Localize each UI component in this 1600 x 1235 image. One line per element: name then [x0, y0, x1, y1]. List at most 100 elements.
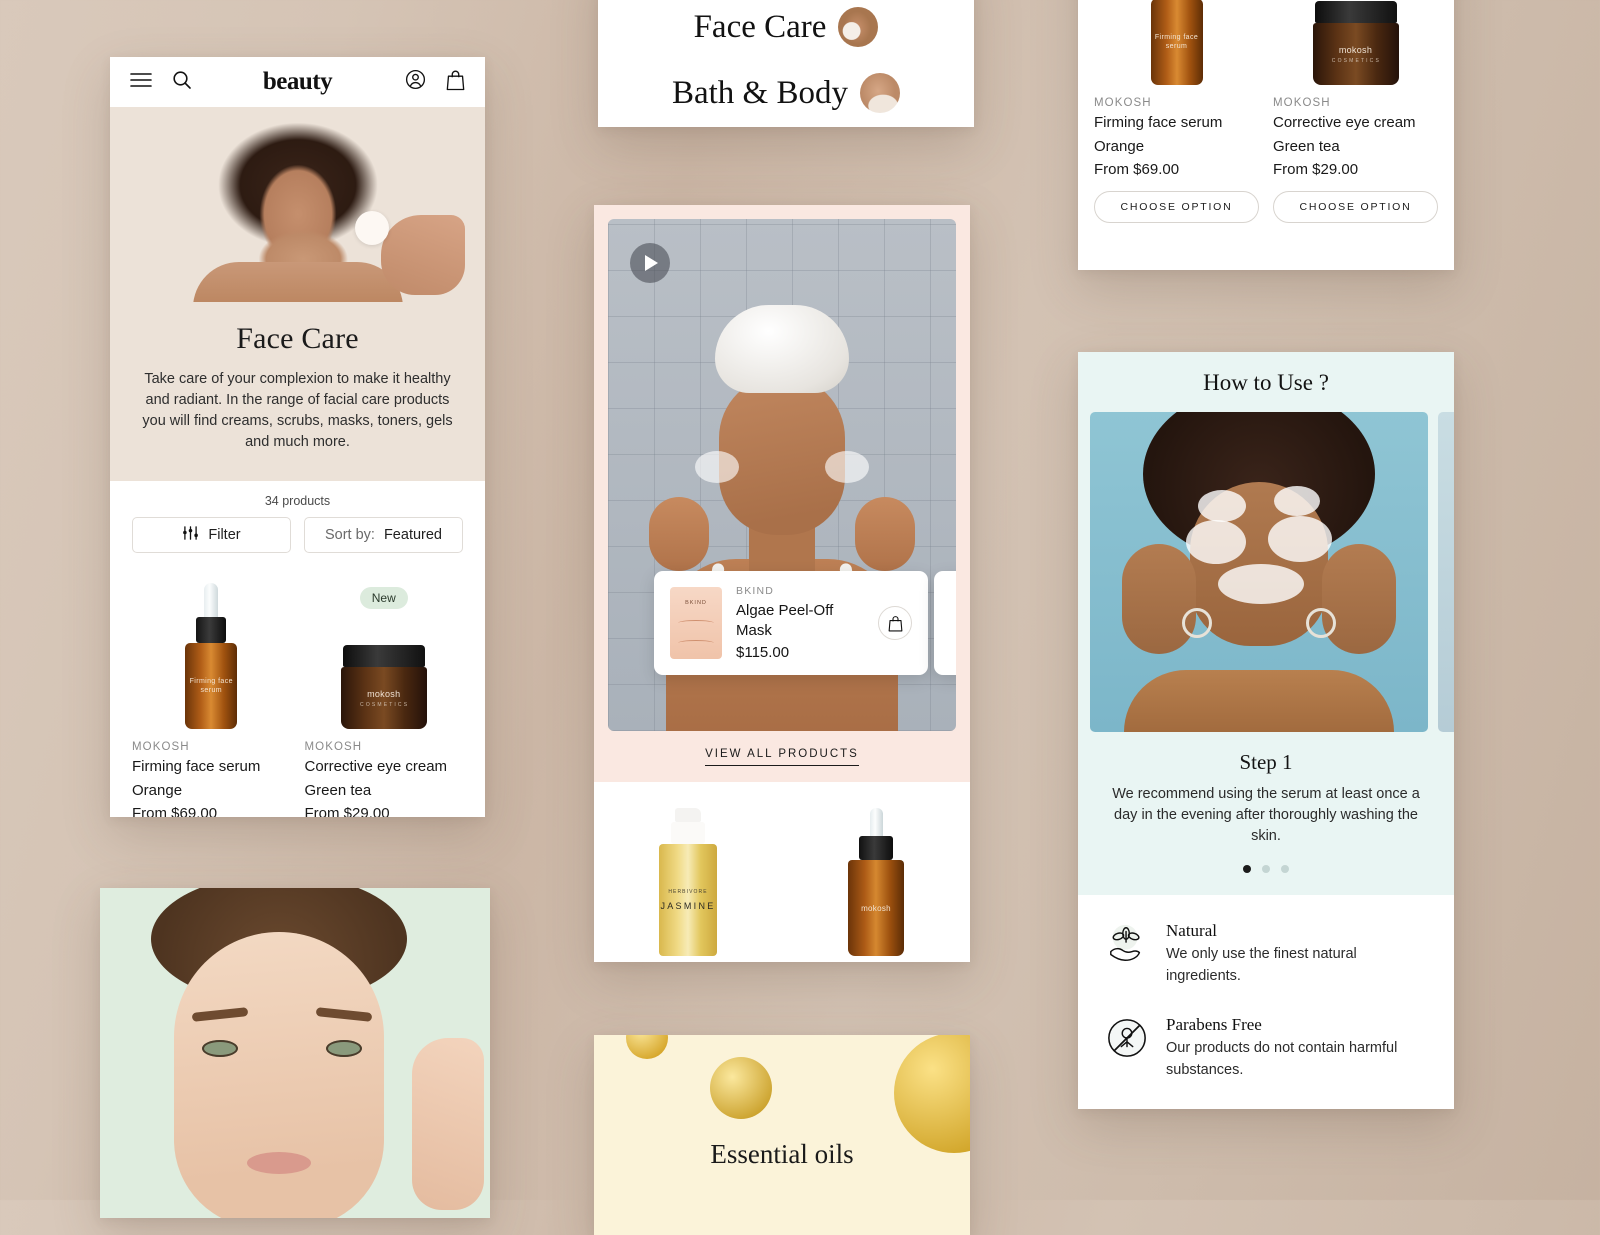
- product-price: From $29.00: [1273, 161, 1359, 178]
- model-photo: [144, 888, 414, 1218]
- carousel-dots: [1078, 847, 1454, 895]
- category-description: Take care of your complexion to make it …: [142, 371, 453, 450]
- product-variant: Orange: [1094, 138, 1145, 155]
- product-name: Corrective eye cream: [1273, 114, 1416, 131]
- product-brand: MOKOSH: [1273, 97, 1331, 109]
- how-to-use-panel: How to Use ? Step 1 We recommend using t…: [1078, 352, 1454, 1109]
- hair-towel: [715, 305, 849, 393]
- nav-item-label: Face Care: [693, 8, 827, 45]
- serum-bottle-graphic: Firming face serum: [183, 583, 239, 729]
- sort-dropdown[interactable]: Sort by: Featured: [304, 517, 463, 553]
- choose-option-button[interactable]: CHOOSE OPTION: [1094, 191, 1259, 223]
- feature-item-parabens-free: Parabens Free Our products do not contai…: [1104, 1015, 1428, 1081]
- banner-title: Essential oils: [710, 1139, 854, 1169]
- product-name: Algae Peel-Off Mask: [736, 602, 834, 639]
- hamburger-menu-icon[interactable]: [130, 72, 152, 93]
- product-price: From $69.00: [132, 805, 218, 817]
- nav-item-label: Bath & Body: [671, 74, 848, 111]
- face-care-thumb: [838, 7, 879, 47]
- product-card[interactable]: New mokosh C O S M E T I C S MOKOSH Corr…: [305, 579, 464, 817]
- section-title: How to Use ?: [1203, 370, 1329, 395]
- nav-item-bath-body[interactable]: Bath & Body: [598, 60, 974, 126]
- bath-body-thumb: [860, 73, 900, 113]
- product-variant: Green tea: [1273, 138, 1340, 155]
- spray-brand-mark: HERBIVORE: [668, 889, 708, 895]
- feature-item-natural: Natural We only use the finest natural i…: [1104, 921, 1428, 987]
- oil-droplet: [710, 1057, 772, 1119]
- feature-title: Parabens Free: [1166, 1015, 1262, 1034]
- product-count: 34 products: [110, 481, 485, 517]
- category-hero-image: [110, 107, 485, 302]
- product-brand: MOKOSH: [304, 741, 363, 753]
- video-section: BKIND BKIND Algae Peel-Off Mask $115.00: [594, 205, 970, 731]
- featured-product-card[interactable]: BKIND BKIND Algae Peel-Off Mask $115.00: [654, 571, 928, 675]
- mokosh-dropper-graphic[interactable]: mokosh: [846, 808, 906, 956]
- cream-jar-graphic: mokosh C O S M E T I C S: [1312, 1, 1399, 85]
- shopping-bag-icon[interactable]: [878, 606, 912, 640]
- hand-plant-icon: [1104, 921, 1150, 967]
- product-price: $115.00: [736, 644, 790, 661]
- feature-title: Natural: [1166, 921, 1217, 940]
- product-grid: Firming face serum MOKOSH Firming face s…: [110, 563, 485, 817]
- play-icon[interactable]: [630, 243, 670, 283]
- jar-sublabel: C O S M E T I C S: [360, 701, 408, 708]
- carousel-dot-2[interactable]: [1262, 865, 1270, 873]
- carousel-dot-3[interactable]: [1281, 865, 1289, 873]
- next-product-card-peek[interactable]: [934, 571, 956, 675]
- shopping-bag-icon[interactable]: [446, 69, 465, 96]
- how-to-use-section: How to Use ? Step 1 We recommend using t…: [1078, 352, 1454, 895]
- next-slide-peek[interactable]: [1438, 412, 1454, 732]
- eye-cream-lifestyle-photo: [100, 888, 490, 1218]
- view-all-section: VIEW ALL PRODUCTS: [594, 731, 970, 782]
- category-nav-panel: Face Care Bath & Body: [598, 0, 974, 127]
- nav-item-face-care[interactable]: Face Care: [598, 0, 974, 60]
- filter-button[interactable]: Filter: [132, 517, 291, 553]
- choose-option-button[interactable]: CHOOSE OPTION: [1273, 191, 1438, 223]
- sliders-icon: [182, 526, 199, 544]
- desktop-product-grid-panel: Firming face serum MOKOSH Firming face s…: [1078, 0, 1454, 270]
- hero-hand: [381, 215, 465, 295]
- dropper-label: mokosh: [861, 903, 891, 913]
- jasmine-spray-graphic[interactable]: HERBIVORE JASMINE: [658, 808, 718, 956]
- product-name: Firming face serum: [132, 758, 261, 775]
- product-image: Firming face serum: [1094, 0, 1259, 85]
- product-variant: Green tea: [304, 782, 372, 799]
- view-all-products-link[interactable]: VIEW ALL PRODUCTS: [705, 748, 859, 766]
- feature-text: Our products do not contain harmful subs…: [1166, 1040, 1398, 1078]
- category-intro: Face Care Take care of your complexion t…: [110, 302, 485, 481]
- filter-sort-bar: Filter Sort by: Featured: [110, 517, 485, 563]
- earring: [1306, 608, 1336, 638]
- essential-oils-banner: Essential oils: [594, 1035, 970, 1235]
- product-image: Firming face serum: [132, 579, 291, 729]
- filter-label: Filter: [208, 527, 241, 543]
- video-player[interactable]: BKIND BKIND Algae Peel-Off Mask $115.00: [608, 219, 956, 731]
- product-card[interactable]: mokosh C O S M E T I C S MOKOSH Correcti…: [1273, 0, 1438, 223]
- carousel-dot-1[interactable]: [1243, 865, 1251, 873]
- hero-shoulder: [192, 262, 403, 302]
- earring: [1182, 608, 1212, 638]
- model-hand: [412, 1038, 484, 1210]
- cotton-pad: [355, 211, 389, 245]
- steps-carousel[interactable]: [1078, 412, 1454, 732]
- bottle-label: Firming face serum: [189, 678, 233, 694]
- product-grid: Firming face serum MOKOSH Firming face s…: [1094, 0, 1438, 223]
- step-title: Step 1: [1239, 750, 1293, 774]
- sort-prefix: Sort by:: [324, 527, 375, 543]
- video-shoppable-panel: BKIND BKIND Algae Peel-Off Mask $115.00 …: [594, 205, 970, 962]
- serum-bottle-graphic: Firming face serum: [1149, 0, 1205, 85]
- product-price: From $29.00: [304, 805, 390, 817]
- account-icon[interactable]: [405, 69, 426, 95]
- mobile-category-screen: beauty Face Care Take care of your compl…: [110, 57, 485, 817]
- spray-name: JASMINE: [660, 901, 716, 911]
- search-icon[interactable]: [172, 70, 192, 95]
- mobile-header: beauty: [110, 57, 485, 107]
- page-title: Face Care: [236, 322, 359, 355]
- jar-label: mokosh: [1338, 44, 1373, 55]
- step-description: We recommend using the serum at least on…: [1112, 786, 1420, 844]
- product-card[interactable]: Firming face serum MOKOSH Firming face s…: [1094, 0, 1259, 223]
- features-list: Natural We only use the finest natural i…: [1078, 895, 1454, 1109]
- bottle-label: Firming face serum: [1154, 34, 1199, 50]
- product-brand: MOKOSH: [132, 741, 190, 753]
- product-brand: BKIND: [736, 585, 775, 597]
- product-card[interactable]: Firming face serum MOKOSH Firming face s…: [132, 579, 291, 817]
